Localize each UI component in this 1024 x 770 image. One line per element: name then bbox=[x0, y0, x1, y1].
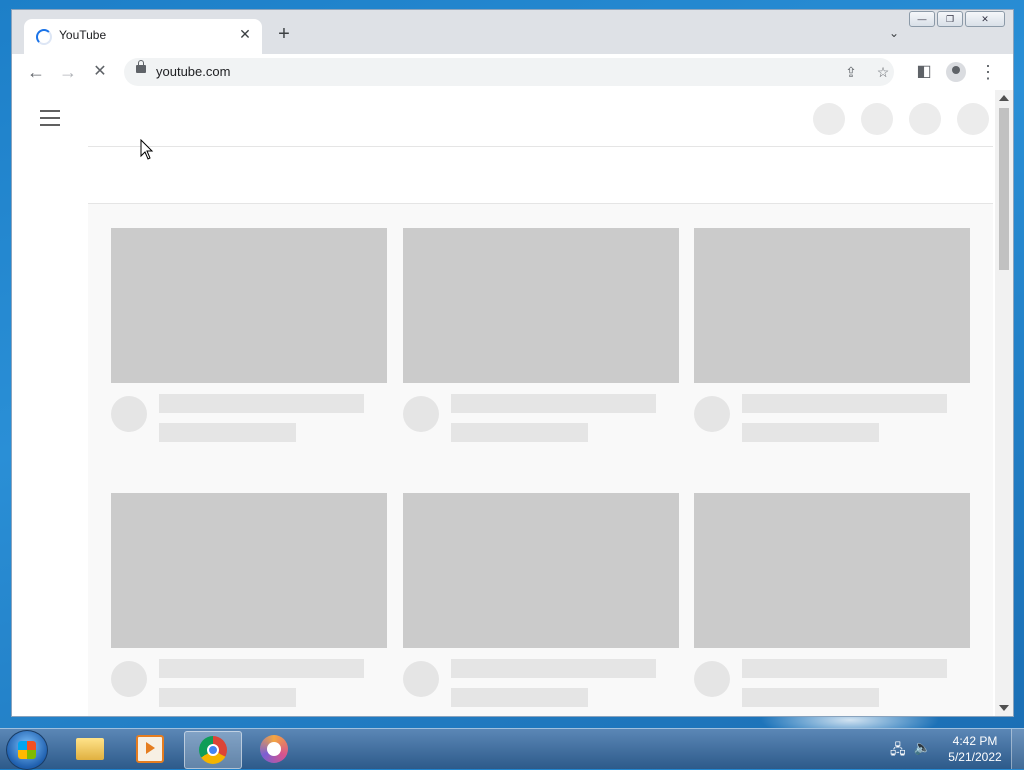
video-card-placeholder bbox=[694, 493, 970, 707]
channel-avatar-placeholder bbox=[694, 661, 730, 697]
channel-avatar-placeholder bbox=[694, 396, 730, 432]
channel-avatar-placeholder bbox=[403, 396, 439, 432]
clock-date: 5/21/2022 bbox=[948, 750, 1002, 764]
thumbnail-placeholder bbox=[111, 228, 387, 383]
channel-avatar-placeholder bbox=[403, 661, 439, 697]
tab-close-icon[interactable]: ✕ bbox=[236, 25, 254, 43]
maximize-button[interactable]: ❐ bbox=[937, 11, 963, 27]
lock-icon[interactable] bbox=[136, 60, 146, 73]
title-placeholder bbox=[742, 659, 947, 678]
tab-youtube[interactable]: YouTube ✕ bbox=[24, 19, 262, 54]
scroll-up-arrow-icon[interactable] bbox=[999, 95, 1009, 101]
tab-title: YouTube bbox=[59, 28, 107, 42]
browser-menu-icon[interactable]: ⋮ bbox=[976, 60, 1000, 84]
page-viewport bbox=[12, 90, 1013, 716]
meta-placeholder bbox=[742, 423, 879, 442]
start-button[interactable] bbox=[6, 730, 48, 770]
header-divider bbox=[88, 146, 993, 147]
vpn-app-icon bbox=[260, 735, 288, 763]
share-icon[interactable]: ⇪ bbox=[840, 61, 862, 83]
meta-placeholder bbox=[159, 688, 296, 707]
tab-strip: YouTube ✕ + ⌄ — ❐ ✕ bbox=[12, 10, 1013, 54]
folder-icon bbox=[76, 738, 104, 760]
tab-search-icon[interactable]: ⌄ bbox=[885, 26, 903, 44]
clock-time: 4:42 PM bbox=[952, 734, 998, 748]
show-desktop-button[interactable] bbox=[1011, 729, 1024, 769]
header-action-placeholder bbox=[813, 103, 845, 135]
meta-placeholder bbox=[451, 688, 588, 707]
volume-icon[interactable]: 🔈 bbox=[914, 739, 931, 763]
browser-toolbar: ← → ✕ youtube.com ⇪ ☆ ◧ ⋮ bbox=[12, 54, 1013, 91]
scroll-thumb[interactable] bbox=[999, 108, 1009, 270]
window-close-button[interactable]: ✕ bbox=[965, 11, 1005, 27]
meta-placeholder bbox=[159, 423, 296, 442]
header-action-placeholder bbox=[957, 103, 989, 135]
windows-logo-icon bbox=[18, 741, 36, 759]
chrome-icon bbox=[199, 736, 227, 764]
taskbar-chrome[interactable] bbox=[184, 731, 242, 769]
title-placeholder bbox=[451, 394, 656, 413]
window-controls: — ❐ ✕ bbox=[909, 11, 1005, 29]
header-action-placeholder bbox=[861, 103, 893, 135]
taskbar: 🖧 🔈 4:42 PM 5/21/2022 bbox=[0, 728, 1024, 770]
channel-avatar-placeholder bbox=[111, 661, 147, 697]
clock[interactable]: 4:42 PM 5/21/2022 bbox=[940, 733, 1010, 765]
minimize-button[interactable]: — bbox=[909, 11, 935, 27]
header-actions-placeholder bbox=[813, 103, 989, 135]
video-card-placeholder bbox=[111, 493, 387, 707]
url-text[interactable]: youtube.com bbox=[156, 64, 230, 79]
meta-placeholder bbox=[451, 423, 588, 442]
profile-avatar-icon[interactable] bbox=[946, 62, 966, 82]
taskbar-media-player[interactable] bbox=[122, 731, 178, 767]
mouse-cursor-icon bbox=[140, 139, 154, 160]
title-placeholder bbox=[159, 394, 364, 413]
new-tab-button[interactable]: + bbox=[274, 24, 294, 45]
header-action-placeholder bbox=[909, 103, 941, 135]
address-bar[interactable]: youtube.com ⇪ ☆ bbox=[124, 58, 894, 86]
browser-window: YouTube ✕ + ⌄ — ❐ ✕ ← → ✕ youtube.com ⇪ … bbox=[11, 9, 1014, 717]
bookmark-star-icon[interactable]: ☆ bbox=[872, 61, 894, 83]
hamburger-menu-icon[interactable] bbox=[40, 110, 60, 126]
video-card-placeholder bbox=[403, 493, 679, 707]
video-card-placeholder bbox=[403, 228, 679, 442]
forward-arrow-icon[interactable]: → bbox=[56, 60, 80, 84]
title-placeholder bbox=[451, 659, 656, 678]
title-placeholder bbox=[742, 394, 947, 413]
system-tray: 🖧 🔈 bbox=[890, 739, 931, 763]
meta-placeholder bbox=[742, 688, 879, 707]
scroll-down-arrow-icon[interactable] bbox=[999, 705, 1009, 711]
video-card-placeholder bbox=[694, 228, 970, 442]
loading-spinner-icon bbox=[36, 29, 52, 45]
side-panel-icon[interactable]: ◧ bbox=[912, 60, 936, 84]
page-scrollbar[interactable] bbox=[995, 90, 1013, 716]
thumbnail-placeholder bbox=[694, 493, 970, 648]
taskbar-file-explorer[interactable] bbox=[62, 731, 118, 767]
media-player-icon bbox=[136, 735, 164, 763]
thumbnail-placeholder bbox=[403, 228, 679, 383]
thumbnail-placeholder bbox=[111, 493, 387, 648]
taskbar-vpn-app[interactable] bbox=[246, 731, 302, 767]
back-arrow-icon[interactable]: ← bbox=[24, 60, 48, 84]
video-card-placeholder bbox=[111, 228, 387, 442]
thumbnail-placeholder bbox=[403, 493, 679, 648]
video-feed-skeleton bbox=[88, 204, 993, 716]
stop-loading-icon[interactable]: ✕ bbox=[88, 60, 112, 84]
network-icon[interactable]: 🖧 bbox=[890, 739, 906, 763]
thumbnail-placeholder bbox=[694, 228, 970, 383]
channel-avatar-placeholder bbox=[111, 396, 147, 432]
title-placeholder bbox=[159, 659, 364, 678]
